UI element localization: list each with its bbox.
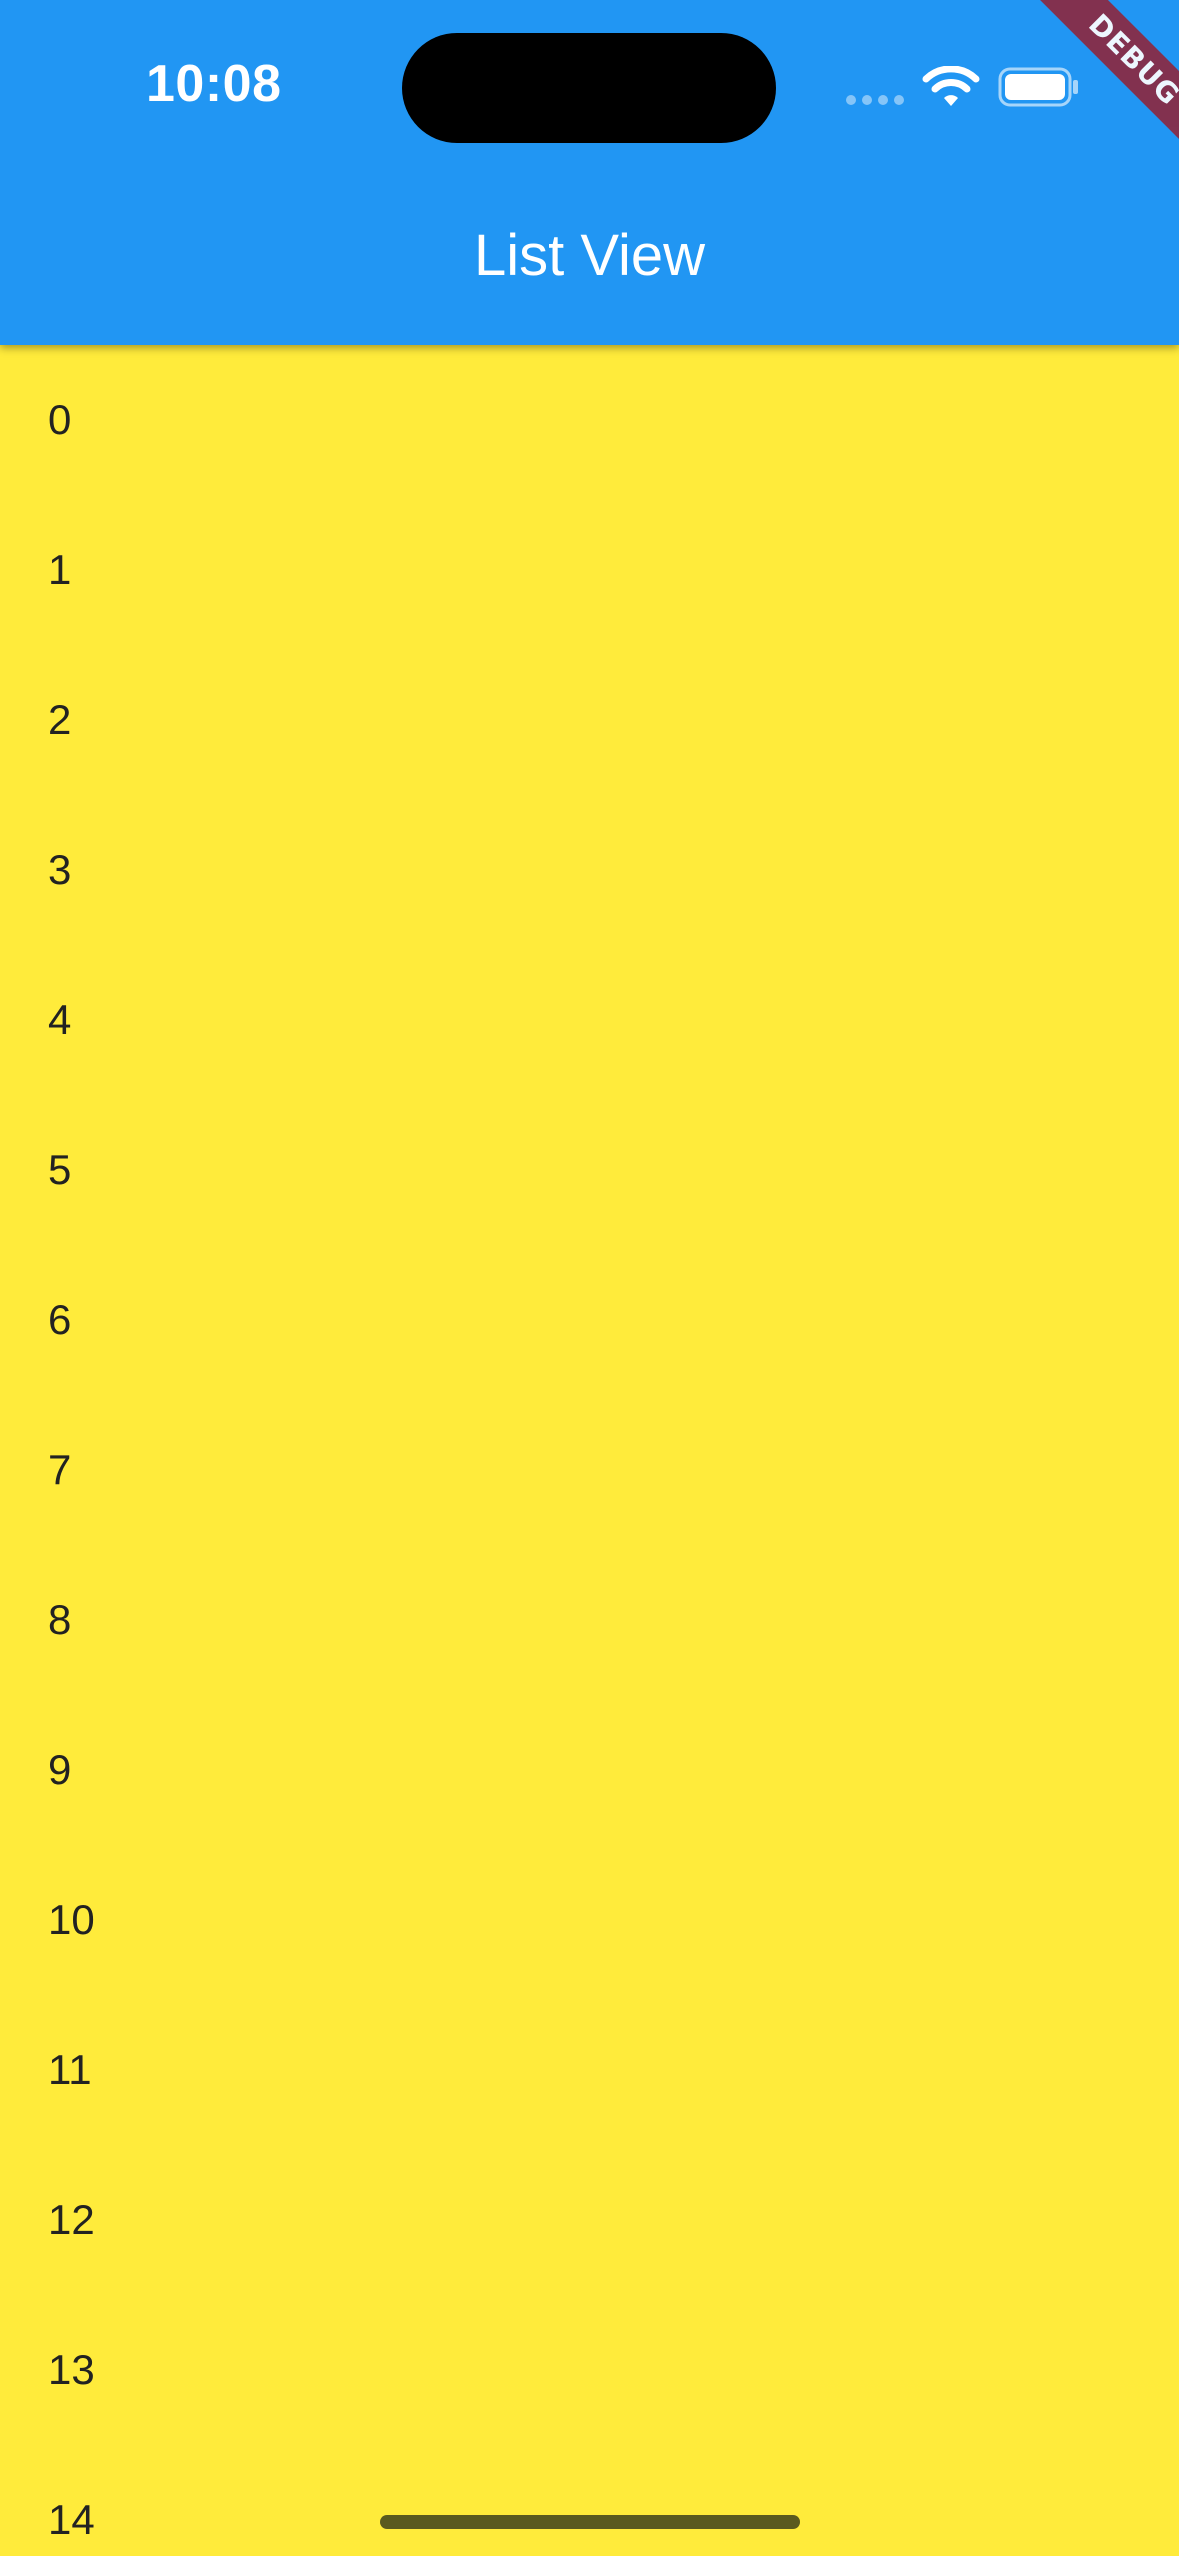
app-bar: 10:08 List View: [0, 0, 1179, 345]
list-item[interactable]: 2: [0, 645, 1179, 795]
list-item-label: 5: [48, 1146, 72, 1193]
list-view[interactable]: 0 1 2 3 4 5 6 7 8 9 10 11 12 13 14: [0, 345, 1179, 2556]
list-item-label: 1: [48, 546, 72, 593]
list-item-label: 13: [48, 2346, 95, 2393]
list-item-label: 3: [48, 846, 72, 893]
list-item[interactable]: 1: [0, 495, 1179, 645]
wifi-icon: [922, 66, 980, 106]
list-item[interactable]: 8: [0, 1545, 1179, 1695]
list-item[interactable]: 6: [0, 1245, 1179, 1395]
list-item[interactable]: 12: [0, 2145, 1179, 2295]
list-item-label: 11: [48, 2046, 92, 2093]
status-time: 10:08: [146, 55, 282, 113]
list-item[interactable]: 9: [0, 1695, 1179, 1845]
list-item-label: 6: [48, 1296, 72, 1343]
list-item[interactable]: 10: [0, 1845, 1179, 1995]
list-item-label: 2: [48, 696, 72, 743]
list-item-label: 7: [48, 1446, 72, 1493]
dynamic-island: [402, 33, 776, 143]
list-item[interactable]: 11: [0, 1995, 1179, 2145]
page-title: List View: [473, 223, 706, 288]
list-item-label: 14: [48, 2496, 95, 2543]
list-item-label: 9: [48, 1746, 72, 1793]
list-item-label: 12: [48, 2196, 95, 2243]
debug-banner: DEBUG: [1009, 0, 1179, 170]
list-item-label: 4: [48, 996, 72, 1043]
list-item-label: 0: [48, 396, 72, 443]
list-item[interactable]: 13: [0, 2295, 1179, 2445]
list-item-label: 8: [48, 1596, 72, 1643]
cellular-signal-icon: [846, 95, 904, 105]
list-item[interactable]: 14: [0, 2445, 1179, 2556]
home-indicator[interactable]: [380, 2515, 800, 2529]
list-item[interactable]: 4: [0, 945, 1179, 1095]
list-item-label: 10: [48, 1896, 95, 1943]
list-item[interactable]: 3: [0, 795, 1179, 945]
list-item[interactable]: 5: [0, 1095, 1179, 1245]
list-item[interactable]: 0: [0, 345, 1179, 495]
debug-banner-label: DEBUG: [1010, 0, 1179, 170]
list-item[interactable]: 7: [0, 1395, 1179, 1545]
